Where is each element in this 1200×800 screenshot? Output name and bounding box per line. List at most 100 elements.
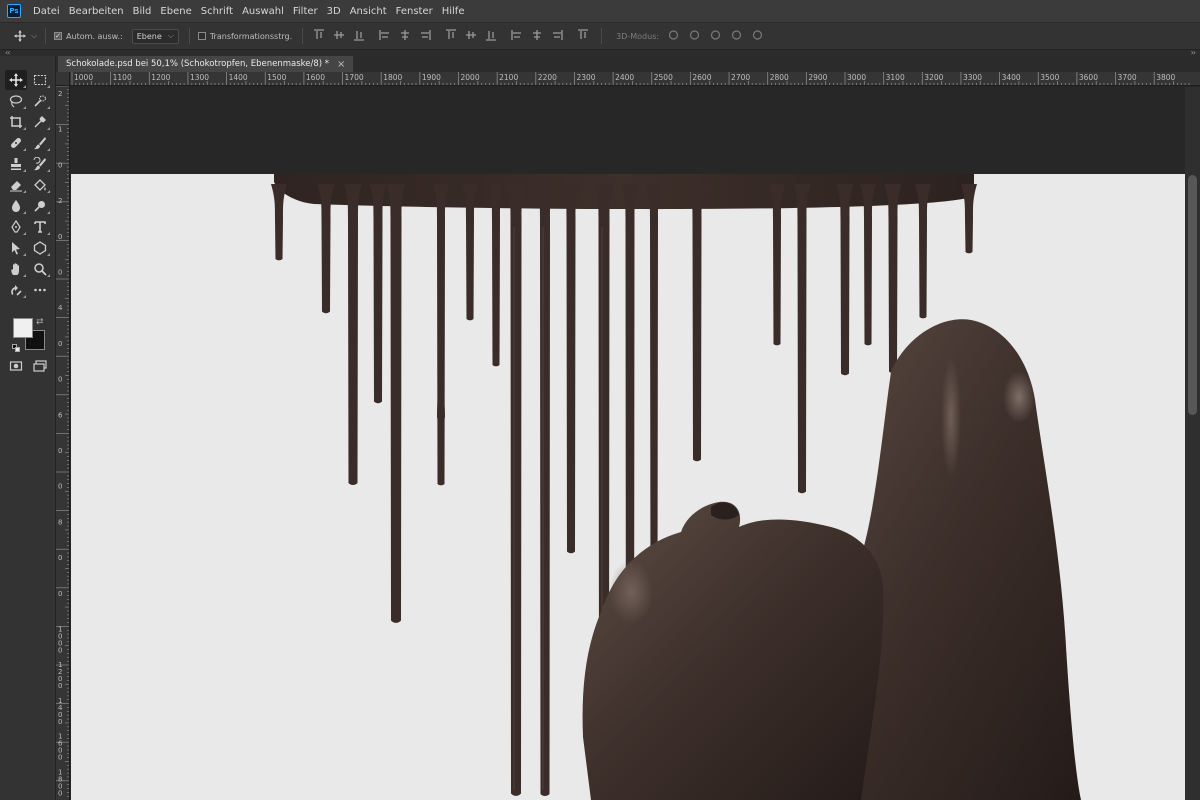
- blur-tool-button[interactable]: [5, 196, 27, 216]
- photoshop-logo[interactable]: Ps: [7, 4, 21, 18]
- marquee-tool-button[interactable]: [29, 70, 51, 90]
- close-icon[interactable]: ×: [337, 59, 345, 70]
- roll-3d-button[interactable]: [688, 29, 701, 44]
- distribute-right-button[interactable]: [551, 29, 563, 44]
- hand-icon: [11, 263, 19, 275]
- chevron-down-icon: ⌵: [31, 31, 38, 40]
- menu-help[interactable]: Hilfe: [442, 6, 465, 17]
- menu-edit[interactable]: Bearbeiten: [69, 6, 124, 17]
- shape-icon: [33, 241, 47, 255]
- align-horizontal-center-button[interactable]: [399, 29, 411, 44]
- clone-stamp-tool-button[interactable]: [5, 154, 27, 174]
- paint-bucket-tool-button[interactable]: [29, 175, 51, 195]
- distribute-top-button[interactable]: [445, 28, 457, 44]
- quick-mask-button[interactable]: [5, 356, 27, 376]
- menu-layer[interactable]: Ebene: [160, 6, 191, 17]
- blur-icon: [12, 200, 20, 212]
- pan-3d-button[interactable]: [709, 29, 722, 44]
- auto-align-button[interactable]: [577, 28, 589, 44]
- move-tool-button[interactable]: [5, 70, 27, 90]
- zoom-tool-button[interactable]: [29, 259, 51, 279]
- distribute-bottom-button[interactable]: [485, 29, 497, 44]
- menu-file[interactable]: Datei: [33, 6, 60, 17]
- ruler-label: 8: [58, 518, 62, 526]
- document-tab[interactable]: Schokolade.psd bei 50,1% (Schokotropfen,…: [58, 56, 354, 72]
- distribute-hcenter-button[interactable]: [531, 29, 543, 44]
- lasso-tool-button[interactable]: [5, 91, 27, 111]
- menu-3d[interactable]: 3D: [327, 6, 341, 17]
- pen-tool-button[interactable]: [5, 217, 27, 237]
- screen-mode-button[interactable]: [29, 356, 51, 376]
- divider: [601, 28, 603, 44]
- document-tab-bar: Schokolade.psd bei 50,1% (Schokotropfen,…: [56, 56, 1200, 72]
- ruler-label: 1500: [267, 73, 286, 82]
- ruler-origin[interactable]: [56, 72, 70, 86]
- swap-colors-icon[interactable]: ⇄: [36, 317, 44, 327]
- crop-tool-button[interactable]: [5, 112, 27, 132]
- align-left-button[interactable]: [379, 29, 391, 44]
- move-tool-preset[interactable]: ⌵: [14, 30, 37, 42]
- align-right-icon: [421, 29, 431, 40]
- distribute-left-button[interactable]: [511, 29, 523, 44]
- ruler-label: 3100: [886, 73, 905, 82]
- layer-select-value: Ebene: [136, 31, 162, 41]
- tool-group-indicator-icon: [47, 190, 50, 193]
- vertical-ruler[interactable]: 2 1 0 2 0 0 4 0 0 6 0 0 8 0 0 1000 1200 1400 1600 1800: [56, 86, 70, 800]
- orbit-3d-button[interactable]: [667, 29, 680, 44]
- canvas-area[interactable]: [71, 87, 1185, 800]
- align-bottom-button[interactable]: [353, 29, 365, 44]
- dodge-tool-button[interactable]: [29, 196, 51, 216]
- ruler-label: 1400: [58, 697, 63, 726]
- move-icon: [14, 30, 26, 42]
- eyedropper-tool-button[interactable]: [29, 112, 51, 132]
- distribute-vcenter-button[interactable]: [465, 29, 477, 44]
- figure-arm-highlight: [941, 357, 961, 477]
- menu-view[interactable]: Ansicht: [350, 6, 387, 17]
- auto-select-checkbox[interactable]: ✓ Autom. ausw.:: [54, 32, 123, 41]
- ruler-label: 2500: [654, 73, 673, 82]
- menu-type[interactable]: Schrift: [201, 6, 233, 17]
- more-tools-button[interactable]: [29, 280, 51, 300]
- ruler-label: 0: [58, 233, 62, 241]
- path-selection-tool-button[interactable]: [5, 238, 27, 258]
- horizontal-ruler[interactable]: 1000 1100 1200 1300 1400 1500 1600 1700 1800 1900…: [70, 72, 1200, 86]
- hand-tool-button[interactable]: [5, 259, 27, 279]
- slide-3d-button[interactable]: [730, 29, 743, 44]
- history-brush-icon: [33, 157, 46, 171]
- rotate-view-tool-button[interactable]: [5, 280, 27, 300]
- transform-controls-checkbox[interactable]: Transformationsstrg.: [197, 32, 292, 41]
- menu-select[interactable]: Auswahl: [242, 6, 284, 17]
- screen-mode-icon: [33, 360, 47, 372]
- history-brush-tool-button[interactable]: [29, 154, 51, 174]
- mores-icon: [34, 288, 46, 292]
- scale-3d-button[interactable]: [751, 29, 764, 44]
- tool-group-indicator-icon: [23, 106, 26, 109]
- document-canvas[interactable]: [71, 87, 1185, 800]
- align-top-button[interactable]: [313, 28, 325, 44]
- healing-brush-tool-button[interactable]: [5, 133, 27, 153]
- ruler-label: 1: [58, 126, 62, 134]
- layer-select-dropdown[interactable]: Ebene ⌵: [131, 28, 179, 44]
- eraser-tool-button[interactable]: [5, 175, 27, 195]
- vertical-scrollbar[interactable]: [1185, 87, 1200, 800]
- pan-3d-icon: [710, 29, 721, 40]
- scrollbar-thumb[interactable]: [1188, 175, 1197, 415]
- type-tool-button[interactable]: [29, 217, 51, 237]
- ruler-label: 1000: [58, 626, 62, 655]
- distribute-bottom-icon: [486, 30, 497, 41]
- distribute-left-icon: [511, 29, 522, 40]
- ruler-label: 0: [58, 376, 62, 384]
- menu-filter[interactable]: Filter: [293, 6, 318, 17]
- menu-image[interactable]: Bild: [133, 6, 152, 17]
- align-vertical-center-button[interactable]: [333, 29, 345, 44]
- quick-selection-tool-button[interactable]: [29, 91, 51, 111]
- menu-window[interactable]: Fenster: [396, 6, 433, 17]
- ruler-label: 2700: [731, 73, 750, 82]
- default-colors-icon[interactable]: [12, 344, 20, 352]
- foreground-color-swatch[interactable]: [13, 318, 33, 338]
- brush-tool-button[interactable]: [29, 133, 51, 153]
- ruler-label: 0: [58, 161, 62, 169]
- shape-tool-button[interactable]: [29, 238, 51, 258]
- eyedropper-icon: [34, 116, 46, 128]
- align-right-button[interactable]: [419, 29, 431, 44]
